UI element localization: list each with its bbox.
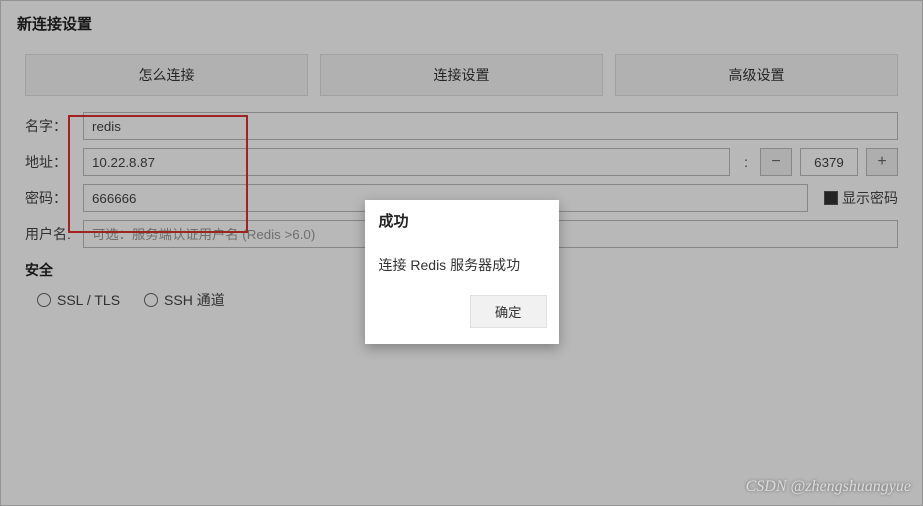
modal-title: 成功 <box>365 200 559 237</box>
watermark: CSDN @zhengshuangyue <box>746 478 911 496</box>
modal-overlay: 成功 连接 Redis 服务器成功 确定 CSDN @zhengshuangyu… <box>0 0 923 506</box>
modal-message: 连接 Redis 服务器成功 <box>365 237 559 289</box>
ok-button[interactable]: 确定 <box>470 295 547 328</box>
success-modal: 成功 连接 Redis 服务器成功 确定 <box>365 200 559 344</box>
